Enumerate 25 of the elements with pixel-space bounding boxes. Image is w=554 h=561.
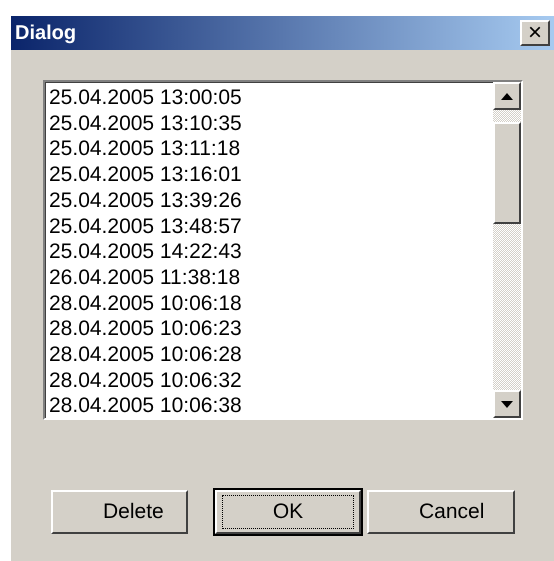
down-triangle-icon	[501, 400, 513, 408]
dialog-button[interactable]: OK	[215, 490, 361, 534]
up-triangle-icon	[501, 92, 513, 100]
list-item[interactable]: 28.04.2005 10:06:32	[49, 368, 493, 394]
scroll-thumb[interactable]	[493, 122, 521, 224]
list-item[interactable]: 25.04.2005 13:00:05	[49, 85, 493, 111]
list-item[interactable]: 28.04.2005 10:06:18	[49, 290, 493, 316]
dialog-button[interactable]: Delete	[51, 490, 188, 534]
list-item[interactable]: 26.04.2005 11:38:18	[49, 264, 493, 291]
scrollbar[interactable]	[493, 82, 521, 418]
list-item[interactable]: 28.04.2005 10:06:28	[49, 342, 493, 368]
scroll-down-button[interactable]	[493, 390, 521, 418]
list-item[interactable]: 25.04.2005 13:48:57	[49, 214, 493, 240]
list-box[interactable]	[43, 80, 523, 420]
list-item[interactable]: 25.04.2005 13:39:26	[49, 188, 493, 214]
list-item[interactable]: 25.04.2005 14:22:43	[49, 239, 493, 265]
window-title: Dialog	[15, 22, 76, 44]
dialog-button[interactable]: Cancel	[367, 490, 515, 534]
close-button[interactable]: ×	[520, 20, 550, 46]
list-item[interactable]: 28.04.2005 10:06:38	[49, 393, 493, 418]
list-item[interactable]: 25.04.2005 13:16:01	[49, 162, 493, 188]
list-item[interactable]: 25.04.2005 13:11:18	[49, 136, 493, 162]
scroll-up-button[interactable]	[493, 82, 521, 110]
list-item[interactable]: 28.04.2005 10:06:23	[49, 316, 493, 342]
list-item[interactable]: 25.04.2005 13:10:35	[49, 110, 493, 136]
